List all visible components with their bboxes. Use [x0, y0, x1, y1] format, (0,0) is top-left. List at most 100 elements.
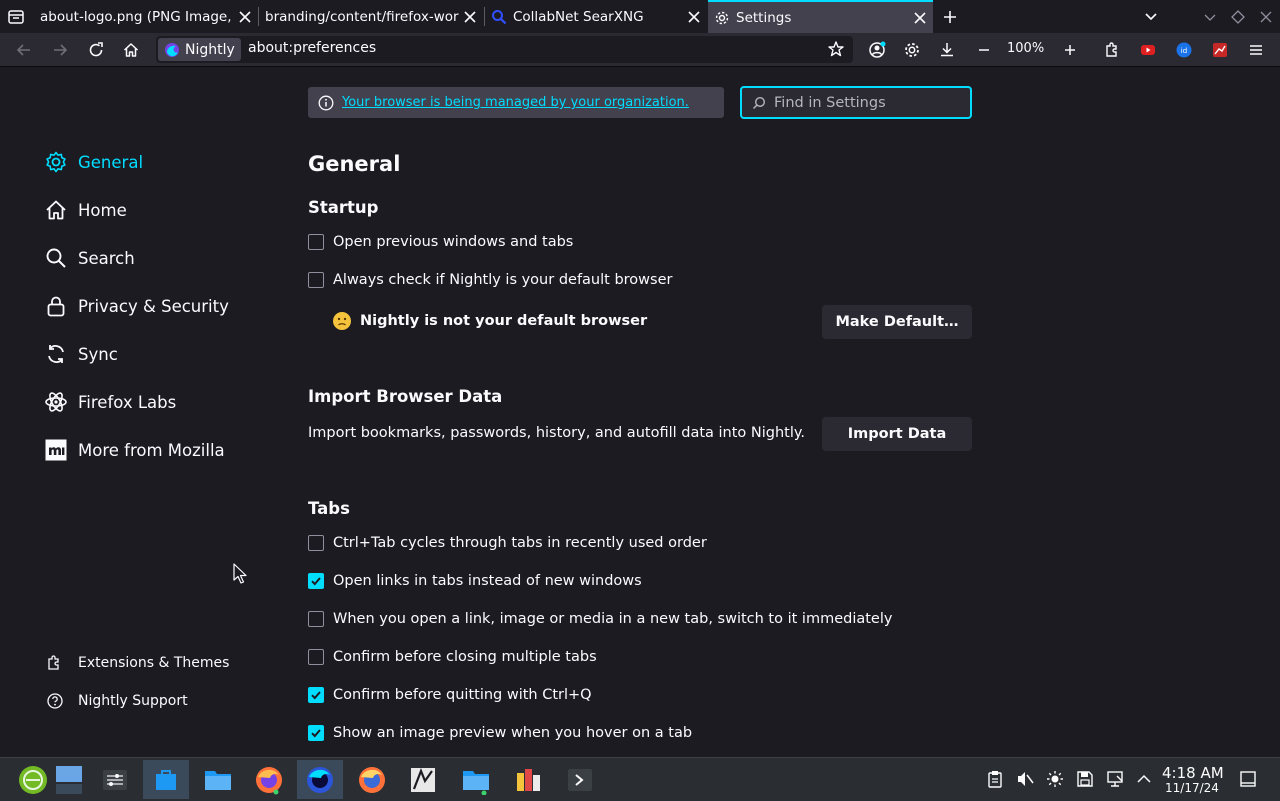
- desktop-pager-icon[interactable]: [46, 760, 92, 799]
- sidebar-item-label: Privacy & Security: [78, 296, 229, 316]
- tabs-option[interactable]: When you open a link, image or media in …: [308, 611, 892, 627]
- home-button[interactable]: [118, 37, 144, 63]
- sidebar-item-search[interactable]: Search: [44, 243, 135, 273]
- search-box[interactable]: [740, 86, 972, 119]
- tabs-option[interactable]: Show an image preview when you hover on …: [308, 725, 692, 741]
- startup-option-default-check[interactable]: Always check if Nightly is your default …: [308, 272, 672, 288]
- network-icon[interactable]: [1105, 769, 1125, 789]
- identity-box[interactable]: Nightly: [158, 38, 241, 61]
- option-label: Open links in tabs instead of new window…: [333, 573, 642, 589]
- download-icon[interactable]: [934, 37, 960, 63]
- svg-text:id: id: [1181, 47, 1187, 55]
- option-label: Confirm before closing multiple tabs: [333, 649, 597, 665]
- option-label: Show an image preview when you hover on …: [333, 725, 693, 741]
- checkbox[interactable]: [308, 649, 324, 665]
- clipboard-icon[interactable]: [985, 769, 1005, 789]
- account-icon[interactable]: [864, 37, 890, 63]
- sidebar-item-privacy[interactable]: Privacy & Security: [44, 291, 229, 321]
- import-data-button[interactable]: Import Data: [822, 417, 972, 451]
- policy-link[interactable]: Your browser is being managed by your or…: [342, 95, 689, 110]
- option-label: Confirm before quitting with Ctrl+Q: [333, 687, 592, 703]
- brightness-icon[interactable]: [1045, 769, 1065, 789]
- chart-extension-icon[interactable]: [1207, 37, 1233, 63]
- tabs-option[interactable]: Open links in tabs instead of new window…: [308, 573, 642, 589]
- forward-button[interactable]: [47, 37, 73, 63]
- checkbox[interactable]: [308, 535, 324, 551]
- video-extension-icon[interactable]: [1135, 37, 1161, 63]
- minimize-icon[interactable]: [1201, 8, 1219, 26]
- nightly-support-link[interactable]: Nightly Support: [46, 692, 188, 710]
- discover-store-icon[interactable]: [143, 760, 189, 799]
- sidebar-item-general[interactable]: General: [44, 147, 143, 177]
- search-icon: [46, 248, 66, 268]
- close-icon[interactable]: [909, 7, 931, 29]
- tab-settings[interactable]: Settings: [708, 0, 933, 33]
- tabs-option[interactable]: Confirm before closing multiple tabs: [308, 649, 597, 665]
- sidebar-item-sync[interactable]: Sync: [44, 339, 118, 369]
- option-label: When you open a link, image or media in …: [333, 611, 893, 627]
- checkbox[interactable]: [308, 611, 324, 627]
- firefox-icon[interactable]: [246, 760, 292, 799]
- back-button[interactable]: [11, 37, 37, 63]
- tab-about-logo[interactable]: about-logo.png (PNG Image, 1: [34, 0, 258, 33]
- new-tab-button[interactable]: [940, 7, 960, 27]
- checkbox[interactable]: [308, 234, 324, 250]
- extensions-themes-link[interactable]: Extensions & Themes: [46, 654, 229, 672]
- chevron-up-icon[interactable]: [1134, 769, 1154, 789]
- sidebar-item-label: General: [78, 152, 144, 172]
- tab-title: about-logo.png (PNG Image, 1: [40, 8, 234, 25]
- star-icon[interactable]: [827, 40, 845, 58]
- close-icon[interactable]: [683, 6, 705, 28]
- clock-date[interactable]: 11/17/24: [1165, 781, 1219, 795]
- close-icon[interactable]: [459, 6, 481, 28]
- tabs-option[interactable]: Ctrl+Tab cycles through tabs in recently…: [308, 535, 707, 551]
- make-default-button[interactable]: Make Default…: [822, 305, 972, 339]
- search-icon: [491, 9, 507, 25]
- sidebar-item-more-from-mozilla[interactable]: More from Mozilla: [44, 435, 225, 465]
- clock-time[interactable]: 4:18 AM: [1162, 764, 1224, 782]
- tab-branding[interactable]: branding/content/firefox-word: [259, 0, 483, 33]
- home-icon: [46, 200, 66, 220]
- extension-blue-icon[interactable]: id: [1171, 37, 1197, 63]
- list-all-tabs-icon[interactable]: [6, 7, 26, 27]
- import-heading: Import Browser Data: [308, 387, 503, 406]
- gear-icon: [46, 151, 66, 173]
- file-manager-icon[interactable]: [195, 760, 241, 799]
- sidebar-item-firefox-labs[interactable]: Firefox Labs: [44, 387, 176, 417]
- text-editor-icon[interactable]: [400, 760, 446, 799]
- folder-icon[interactable]: [453, 760, 499, 799]
- reload-button[interactable]: [83, 37, 109, 63]
- default-browser-status: Nightly is not your default browser: [332, 311, 647, 331]
- checkbox-checked[interactable]: [308, 687, 324, 703]
- checkbox-checked[interactable]: [308, 573, 324, 589]
- menu-icon[interactable]: [1243, 37, 1269, 63]
- zoom-in-button[interactable]: [1057, 37, 1083, 63]
- volume-muted-icon[interactable]: [1015, 769, 1035, 789]
- firefox-alt-icon[interactable]: [349, 760, 395, 799]
- window-close-icon[interactable]: [1257, 8, 1275, 26]
- firefox-nightly-icon[interactable]: [297, 760, 343, 799]
- maximize-icon[interactable]: [1229, 8, 1247, 26]
- nightly-support-label: Nightly Support: [78, 693, 188, 709]
- office-suite-icon[interactable]: [505, 760, 551, 799]
- settings-manager-icon[interactable]: [92, 760, 138, 799]
- zoom-level[interactable]: 100%: [1007, 41, 1044, 56]
- sidebar-item-home[interactable]: Home: [44, 195, 127, 225]
- tabs-heading: Tabs: [308, 499, 350, 518]
- close-icon[interactable]: [234, 6, 256, 28]
- tabs-option[interactable]: Confirm before quitting with Ctrl+Q: [308, 687, 592, 703]
- checkbox[interactable]: [308, 272, 324, 288]
- url-bar[interactable]: Nightly about:preferences: [156, 36, 853, 63]
- extensions-icon[interactable]: [1099, 37, 1125, 63]
- terminal-icon[interactable]: [557, 760, 603, 799]
- checkbox-checked[interactable]: [308, 725, 324, 741]
- url-text[interactable]: about:preferences: [248, 40, 376, 56]
- startup-option-restore[interactable]: Open previous windows and tabs: [308, 234, 573, 250]
- gear-icon[interactable]: [899, 37, 925, 63]
- chevron-down-icon[interactable]: [1141, 7, 1161, 27]
- disk-icon[interactable]: [1075, 769, 1095, 789]
- tab-searxng[interactable]: CollabNet SearXNG: [485, 0, 707, 33]
- search-input[interactable]: [772, 93, 966, 112]
- zoom-out-button[interactable]: [971, 37, 997, 63]
- show-desktop-icon[interactable]: [1238, 769, 1258, 789]
